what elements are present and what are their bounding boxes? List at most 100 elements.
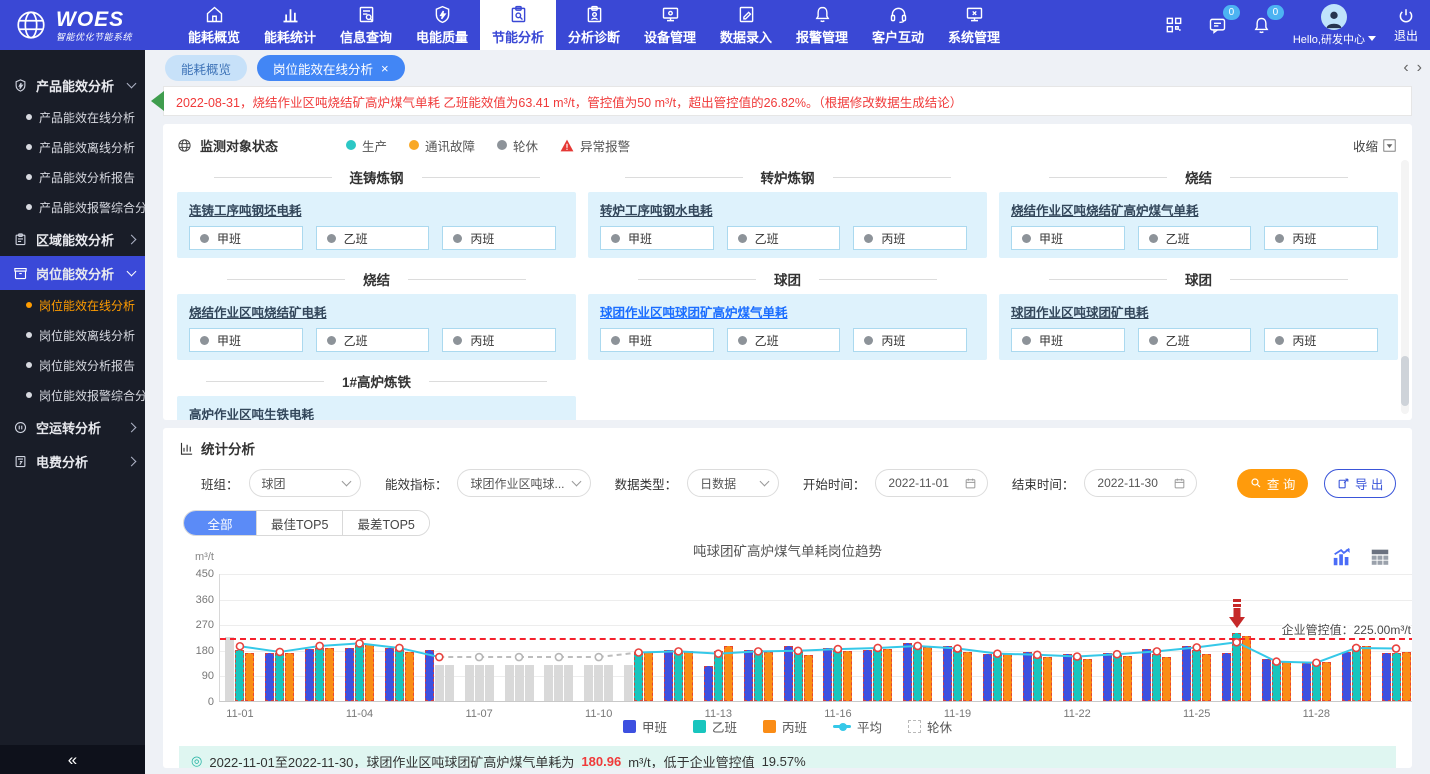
- status-dot: [1275, 234, 1284, 243]
- indicator-link[interactable]: 连铸工序吨钢坯电耗: [189, 200, 302, 219]
- collapse-box-icon: [1383, 139, 1396, 152]
- nav-item-energy-saving-analysis[interactable]: 节能分析: [480, 0, 556, 50]
- sidebar-item-post-online-analysis[interactable]: 岗位能效在线分析: [0, 290, 145, 320]
- nav-item-data-entry[interactable]: 数据录入: [708, 0, 784, 50]
- legend-shift-yi[interactable]: 乙班: [693, 717, 737, 736]
- shift-button-bing[interactable]: 丙班: [1264, 226, 1378, 250]
- shift-button-yi[interactable]: 乙班: [316, 328, 430, 352]
- sidebar-group-region-efficiency[interactable]: 区域能效分析: [0, 222, 145, 256]
- sidebar-item-product-online-analysis[interactable]: 产品能效在线分析: [0, 102, 145, 132]
- indicator-link[interactable]: 烧结作业区吨烧结矿高炉煤气单耗: [1011, 200, 1199, 219]
- legend-average[interactable]: 平均: [833, 717, 882, 736]
- sidebar-item-post-offline-analysis[interactable]: 岗位能效离线分析: [0, 320, 145, 350]
- export-button[interactable]: 导 出: [1324, 469, 1396, 498]
- shift-button-yi[interactable]: 乙班: [727, 226, 841, 250]
- shift-button-bing[interactable]: 丙班: [853, 328, 967, 352]
- status-dot: [200, 234, 209, 243]
- end-date-label: 结束时间：: [1012, 474, 1075, 493]
- alarm-bell-icon: [812, 4, 833, 25]
- datatype-select[interactable]: 日数据: [687, 469, 779, 497]
- alarm-arrow-icon[interactable]: [1228, 598, 1246, 630]
- panel-scrollbar[interactable]: [1401, 160, 1409, 414]
- shift-button-yi[interactable]: 乙班: [1138, 328, 1252, 352]
- statistics-panel: 统计分析 班组： 球团 能效指标： 球团作业区吨球... 数据类型： 日数据 开…: [163, 428, 1412, 768]
- query-button[interactable]: 查 询: [1237, 469, 1309, 498]
- sidebar-item-product-analysis-report[interactable]: 产品能效分析报告: [0, 162, 145, 192]
- collapse-panel-button[interactable]: 收缩: [1353, 136, 1396, 155]
- nav-item-power-quality[interactable]: 电能质量: [404, 0, 480, 50]
- tab-scroll-left-icon[interactable]: ‹: [1403, 59, 1408, 77]
- tab-scroll-right-icon[interactable]: ›: [1417, 59, 1422, 77]
- end-date-input[interactable]: 2022-11-30: [1084, 469, 1196, 497]
- indicator-link[interactable]: 高炉作业区吨生铁电耗: [189, 404, 314, 420]
- sidebar-item-product-offline-analysis[interactable]: 产品能效离线分析: [0, 132, 145, 162]
- y-axis-tick-label: 360: [184, 594, 214, 606]
- y-axis-tick-label: 180: [184, 645, 214, 657]
- shift-button-jia[interactable]: 甲班: [189, 328, 303, 352]
- nav-item-energy-overview[interactable]: 能耗概览: [176, 0, 252, 50]
- shift-button-bing[interactable]: 丙班: [1264, 328, 1378, 352]
- nav-item-energy-statistics[interactable]: 能耗统计: [252, 0, 328, 50]
- segment-worst-top5[interactable]: 最差TOP5: [342, 511, 428, 535]
- sidebar-group-product-efficiency[interactable]: 产品能效分析: [0, 68, 145, 102]
- monitor-card-sinter-power: 烧结作业区吨烧结矿电耗 甲班 乙班 丙班: [177, 294, 576, 360]
- shift-button-jia[interactable]: 甲班: [600, 226, 714, 250]
- sidebar-group-label: 岗位能效分析: [36, 264, 120, 283]
- status-legend: 生产 通讯故障 轮休 异常报警: [346, 136, 630, 155]
- segment-all[interactable]: 全部: [184, 511, 256, 535]
- nav-item-alarm-management[interactable]: 报警管理: [784, 0, 860, 50]
- segment-best-top5[interactable]: 最佳TOP5: [256, 511, 342, 535]
- legend-rest[interactable]: 轮休: [908, 717, 952, 736]
- nav-item-info-query[interactable]: 信息查询: [328, 0, 404, 50]
- shift-button-yi[interactable]: 乙班: [1138, 226, 1252, 250]
- sidebar-group-idle-run-analysis[interactable]: 空运转分析: [0, 410, 145, 444]
- indicator-link[interactable]: 转炉工序吨钢水电耗: [600, 200, 713, 219]
- jia-swatch: [623, 720, 636, 733]
- shift-button-bing[interactable]: 丙班: [853, 226, 967, 250]
- shift-button-jia[interactable]: 甲班: [1011, 226, 1125, 250]
- bullet-icon: [26, 332, 32, 338]
- sidebar-item-product-alarm-analysis[interactable]: 产品能效报警综合分析: [0, 192, 145, 222]
- qr-code-icon[interactable]: [1161, 12, 1187, 38]
- shift-button-jia[interactable]: 甲班: [600, 328, 714, 352]
- start-date-input[interactable]: 2022-11-01: [875, 469, 987, 497]
- sidebar-group-label: 电费分析: [36, 452, 120, 471]
- notifications-bell-icon[interactable]: 0: [1249, 12, 1275, 38]
- sidebar-group-electricity-fee-analysis[interactable]: 电费分析: [0, 444, 145, 478]
- close-icon[interactable]: ×: [381, 62, 389, 75]
- sidebar-item-post-alarm-analysis[interactable]: 岗位能效报警综合分析: [0, 380, 145, 410]
- indicator-filter-label: 能效指标：: [385, 474, 448, 493]
- tab-energy-overview[interactable]: 能耗概览: [165, 55, 247, 81]
- shift-button-jia[interactable]: 甲班: [1011, 328, 1125, 352]
- status-dot: [327, 234, 336, 243]
- sidebar-collapse-button[interactable]: «: [0, 745, 145, 774]
- nav-item-equipment-management[interactable]: 设备管理: [632, 0, 708, 50]
- nav-item-system-management[interactable]: 系统管理: [936, 0, 1012, 50]
- nav-label: 信息查询: [340, 27, 392, 46]
- alert-text: 2022-08-31，烧结作业区吨烧结矿高炉煤气单耗 乙班能效值为63.41 m…: [176, 92, 962, 111]
- shift-button-jia[interactable]: 甲班: [189, 226, 303, 250]
- meter-icon: [13, 454, 28, 469]
- shift-button-yi[interactable]: 乙班: [727, 328, 841, 352]
- legend-shift-bing[interactable]: 丙班: [763, 717, 807, 736]
- indicator-select[interactable]: 球团作业区吨球...: [457, 469, 590, 497]
- tab-post-efficiency-online[interactable]: 岗位能效在线分析 ×: [257, 55, 405, 81]
- shift-button-bing[interactable]: 丙班: [442, 328, 556, 352]
- nav-item-analysis-diagnosis[interactable]: 分析诊断: [556, 0, 632, 50]
- indicator-link-selected[interactable]: 球团作业区吨球团矿高炉煤气单耗: [600, 302, 788, 321]
- sidebar-group-post-efficiency[interactable]: 岗位能效分析: [0, 256, 145, 290]
- summary-percent: 19.57%: [762, 754, 806, 769]
- shift-button-bing[interactable]: 丙班: [442, 226, 556, 250]
- group-select[interactable]: 球团: [249, 469, 361, 497]
- legend-shift-jia[interactable]: 甲班: [623, 717, 667, 736]
- nav-item-customer-interaction[interactable]: 客户互动: [860, 0, 936, 50]
- shift-button-yi[interactable]: 乙班: [316, 226, 430, 250]
- indicator-link[interactable]: 烧结作业区吨烧结矿电耗: [189, 302, 327, 321]
- scrollbar-thumb[interactable]: [1401, 356, 1409, 406]
- logout-button[interactable]: 退出: [1394, 7, 1418, 44]
- messages-icon[interactable]: 0: [1205, 12, 1231, 38]
- indicator-link[interactable]: 球团作业区吨球团矿电耗: [1011, 302, 1149, 321]
- sidebar-item-post-analysis-report[interactable]: 岗位能效分析报告: [0, 350, 145, 380]
- legend-production: 生产: [346, 136, 387, 155]
- user-menu[interactable]: Hello,研发中心: [1293, 4, 1376, 47]
